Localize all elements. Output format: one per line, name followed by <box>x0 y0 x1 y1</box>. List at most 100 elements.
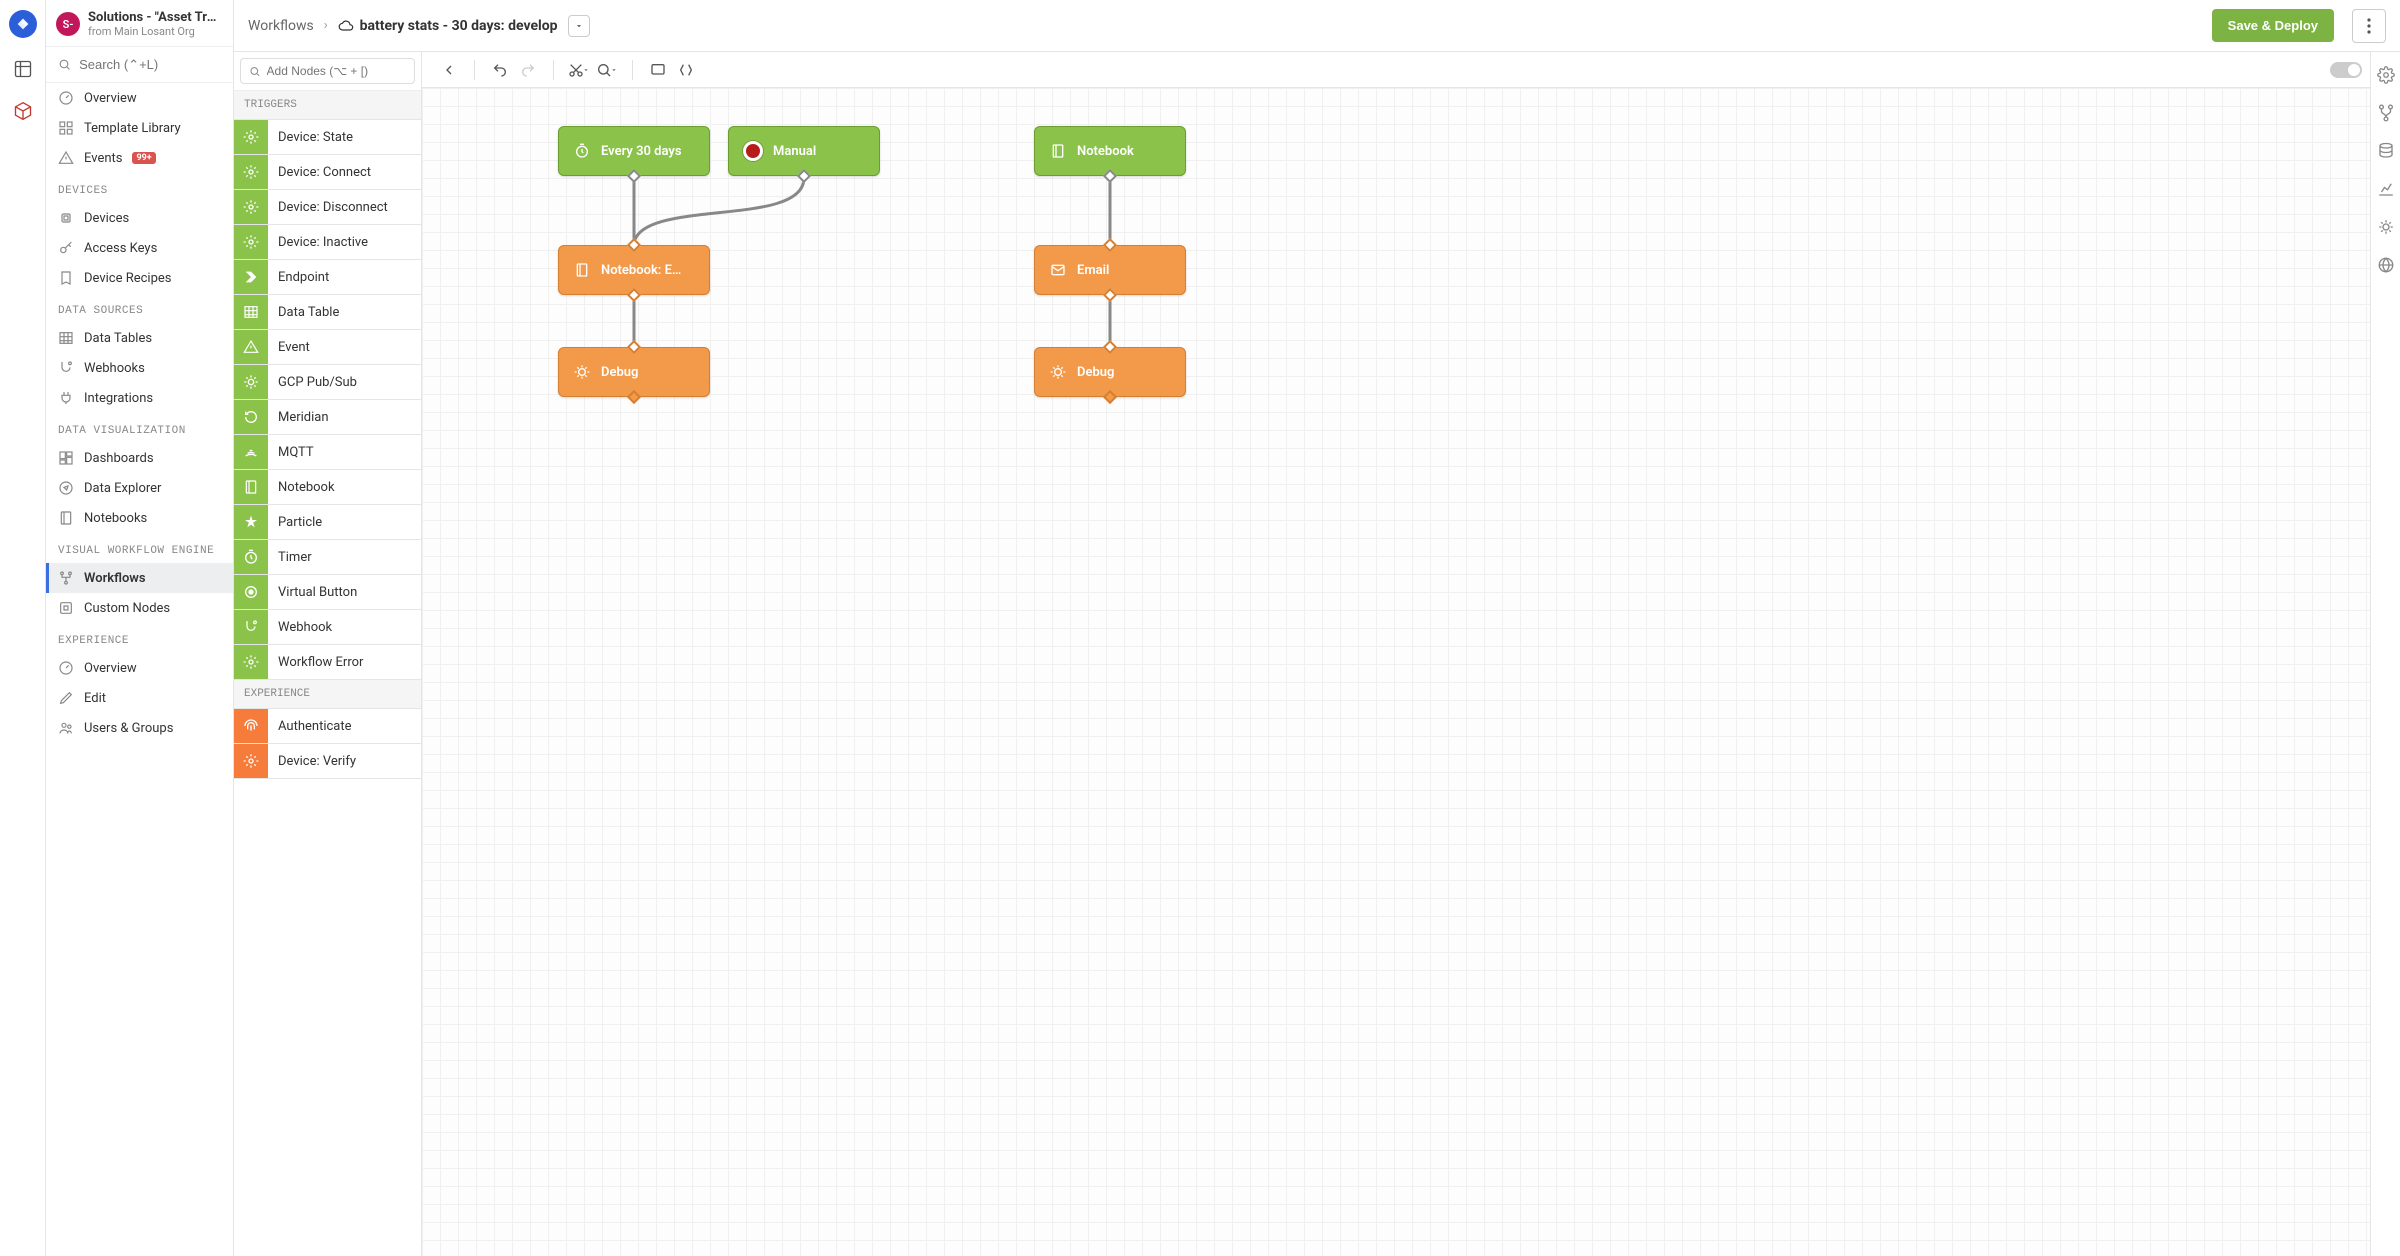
palette-node-label: Device: State <box>268 130 353 145</box>
nav-item-edit[interactable]: Edit <box>46 683 233 713</box>
rail-apps-icon[interactable] <box>12 58 34 80</box>
table-icon <box>58 330 74 346</box>
node-notebook-execute[interactable]: Notebook: E… <box>558 245 710 295</box>
app-badge: S- <box>56 12 80 36</box>
version-dropdown[interactable] <box>568 15 590 37</box>
export-button[interactable] <box>673 57 699 83</box>
nav-item-webhooks[interactable]: Webhooks <box>46 353 233 383</box>
debug-panel-icon[interactable] <box>2377 218 2395 236</box>
book-icon <box>234 470 268 504</box>
sidebar-search[interactable] <box>46 47 233 83</box>
hook-icon <box>58 360 74 376</box>
nav-back-button[interactable] <box>436 57 462 83</box>
palette-node-authenticate[interactable]: Authenticate <box>234 709 421 744</box>
storage-icon[interactable] <box>2377 142 2395 160</box>
palette-node-timer[interactable]: Timer <box>234 540 421 575</box>
nav-item-overview[interactable]: Overview <box>46 83 233 113</box>
nav-item-data-tables[interactable]: Data Tables <box>46 323 233 353</box>
node-notebook-trigger[interactable]: Notebook <box>1034 126 1186 176</box>
rail-package-icon[interactable] <box>12 100 34 122</box>
node-email[interactable]: Email <box>1034 245 1186 295</box>
palette-node-device-inactive[interactable]: Device: Inactive <box>234 225 421 260</box>
palette-node-device-state[interactable]: Device: State <box>234 120 421 155</box>
alert-icon <box>58 150 74 166</box>
alert-icon <box>234 330 268 364</box>
nav-item-integrations[interactable]: Integrations <box>46 383 233 413</box>
nav-item-dashboards[interactable]: Dashboards <box>46 443 233 473</box>
nav-item-devices[interactable]: Devices <box>46 203 233 233</box>
gear-icon <box>234 744 268 778</box>
workflow-canvas[interactable]: Every 30 days Manual Notebook: E… <box>422 88 2370 1256</box>
debug-toggle[interactable] <box>2330 62 2362 78</box>
palette-node-event[interactable]: Event <box>234 330 421 365</box>
node-debug-right[interactable]: Debug <box>1034 347 1186 397</box>
palette-node-workflow-error[interactable]: Workflow Error <box>234 645 421 680</box>
palette-node-webhook[interactable]: Webhook <box>234 610 421 645</box>
gear-icon <box>234 120 268 154</box>
canvas-toolbar <box>422 52 2370 88</box>
palette-node-label: GCP Pub/Sub <box>268 375 357 390</box>
palette-node-device-disconnect[interactable]: Device: Disconnect <box>234 190 421 225</box>
palette-node-device-verify[interactable]: Device: Verify <box>234 744 421 779</box>
settings-icon[interactable] <box>2377 66 2395 84</box>
palette-node-particle[interactable]: Particle <box>234 505 421 540</box>
cut-button[interactable] <box>566 57 592 83</box>
gauge-icon <box>58 660 74 676</box>
globe-icon[interactable] <box>2377 256 2395 274</box>
nav-section-visual-workflow-engine: VISUAL WORKFLOW ENGINE <box>46 533 233 563</box>
palette-node-virtual-button[interactable]: Virtual Button <box>234 575 421 610</box>
gear-icon <box>234 645 268 679</box>
nav-item-access-keys[interactable]: Access Keys <box>46 233 233 263</box>
record-icon <box>743 141 763 161</box>
import-button[interactable] <box>645 57 671 83</box>
palette-node-notebook[interactable]: Notebook <box>234 470 421 505</box>
topbar: Workflows › battery stats - 30 days: dev… <box>234 0 2400 52</box>
node-manual-trigger[interactable]: Manual <box>728 126 880 176</box>
palette-node-gcp-pub-sub[interactable]: GCP Pub/Sub <box>234 365 421 400</box>
nav-item-data-explorer[interactable]: Data Explorer <box>46 473 233 503</box>
palette-search-input[interactable] <box>267 64 406 78</box>
palette-node-mqtt[interactable]: MQTT <box>234 435 421 470</box>
branch-icon[interactable] <box>2377 104 2395 122</box>
nav-item-label: Overview <box>84 91 137 106</box>
palette-node-label: Notebook <box>268 480 335 495</box>
nav-item-custom-nodes[interactable]: Custom Nodes <box>46 593 233 623</box>
palette-node-device-connect[interactable]: Device: Connect <box>234 155 421 190</box>
palette-node-label: Device: Inactive <box>268 235 368 250</box>
node-label: Manual <box>773 144 816 159</box>
palette-node-endpoint[interactable]: Endpoint <box>234 260 421 295</box>
timer-icon <box>234 540 268 574</box>
main: Workflows › battery stats - 30 days: dev… <box>234 0 2400 1256</box>
node-label: Notebook: E… <box>601 263 681 278</box>
canvas-wires <box>422 88 2370 1256</box>
palette-node-data-table[interactable]: Data Table <box>234 295 421 330</box>
gear-icon <box>234 190 268 224</box>
nav-item-device-recipes[interactable]: Device Recipes <box>46 263 233 293</box>
nav-item-users-groups[interactable]: Users & Groups <box>46 713 233 743</box>
save-deploy-button[interactable]: Save & Deploy <box>2212 9 2334 42</box>
nav-item-label: Workflows <box>84 571 146 586</box>
breadcrumb-root[interactable]: Workflows <box>248 18 314 34</box>
notebook-icon <box>573 261 591 279</box>
metrics-icon[interactable] <box>2377 180 2395 198</box>
nav-item-workflows[interactable]: Workflows <box>46 563 233 593</box>
nav-item-notebooks[interactable]: Notebooks <box>46 503 233 533</box>
cpu-icon <box>58 210 74 226</box>
more-actions-button[interactable] <box>2352 9 2386 43</box>
nav-item-template-library[interactable]: Template Library <box>46 113 233 143</box>
nav-item-events[interactable]: Events99+ <box>46 143 233 173</box>
app-header[interactable]: S- Solutions - "Asset Trac… from Main Lo… <box>46 0 233 47</box>
nav-item-label: Edit <box>84 691 106 706</box>
sidebar: S- Solutions - "Asset Trac… from Main Lo… <box>46 0 234 1256</box>
brand-logo[interactable] <box>9 10 37 38</box>
search-icon <box>249 65 261 78</box>
node-timer-trigger[interactable]: Every 30 days <box>558 126 710 176</box>
undo-button[interactable] <box>487 57 513 83</box>
nav-item-overview[interactable]: Overview <box>46 653 233 683</box>
node-debug-left[interactable]: Debug <box>558 347 710 397</box>
palette-node-meridian[interactable]: Meridian <box>234 400 421 435</box>
nav-item-label: Custom Nodes <box>84 601 170 616</box>
zoom-button[interactable] <box>594 57 620 83</box>
chevron-down-icon <box>574 21 584 31</box>
sidebar-search-input[interactable] <box>79 57 221 72</box>
